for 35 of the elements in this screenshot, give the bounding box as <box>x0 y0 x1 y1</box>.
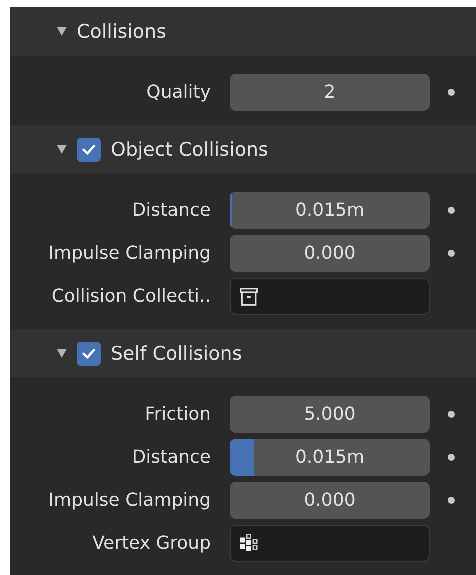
panel-header[interactable]: Object Collisions <box>10 125 476 175</box>
panel-title: Self Collisions <box>111 342 242 364</box>
disclosure-triangle-icon[interactable] <box>57 145 67 154</box>
keyframe-dot-icon[interactable] <box>448 207 455 214</box>
number-field[interactable]: 0.015m <box>230 439 430 476</box>
number-field[interactable]: 5.000 <box>230 396 430 433</box>
disclosure-triangle-icon[interactable] <box>57 27 67 36</box>
grid-dots-icon <box>239 534 259 554</box>
search-field[interactable] <box>230 278 430 315</box>
keyframe-dot-icon[interactable] <box>448 411 455 418</box>
box-icon <box>239 286 259 306</box>
panel-header[interactable]: Collisions <box>10 7 476 57</box>
search-field[interactable] <box>230 525 430 562</box>
keyframe-dot-icon[interactable] <box>448 454 455 461</box>
keyframe-dot-icon[interactable] <box>448 250 455 257</box>
checkbox[interactable] <box>77 138 101 162</box>
checkbox[interactable] <box>77 342 101 366</box>
number-field[interactable]: 2 <box>230 74 430 111</box>
field-label: Friction <box>144 404 211 425</box>
field-label: Vertex Group <box>92 533 211 554</box>
field-label: Distance <box>131 447 211 468</box>
field-label: Distance <box>131 200 211 221</box>
keyframe-dot-icon[interactable] <box>448 497 455 504</box>
number-field[interactable]: 0.000 <box>230 482 430 519</box>
panel-title: Object Collisions <box>111 138 268 160</box>
field-label: Impulse Clamping <box>48 490 211 511</box>
number-field[interactable]: 0.000 <box>230 235 430 272</box>
keyframe-dot-icon[interactable] <box>448 89 455 96</box>
field-label: Collision Collecti.. <box>50 286 211 307</box>
panel-header[interactable]: Self Collisions <box>10 329 476 379</box>
panel-title: Collisions <box>77 20 166 42</box>
disclosure-triangle-icon[interactable] <box>57 349 67 358</box>
field-label: Quality <box>146 82 211 103</box>
field-label: Impulse Clamping <box>48 243 211 264</box>
number-field[interactable]: 0.015m <box>230 192 430 229</box>
